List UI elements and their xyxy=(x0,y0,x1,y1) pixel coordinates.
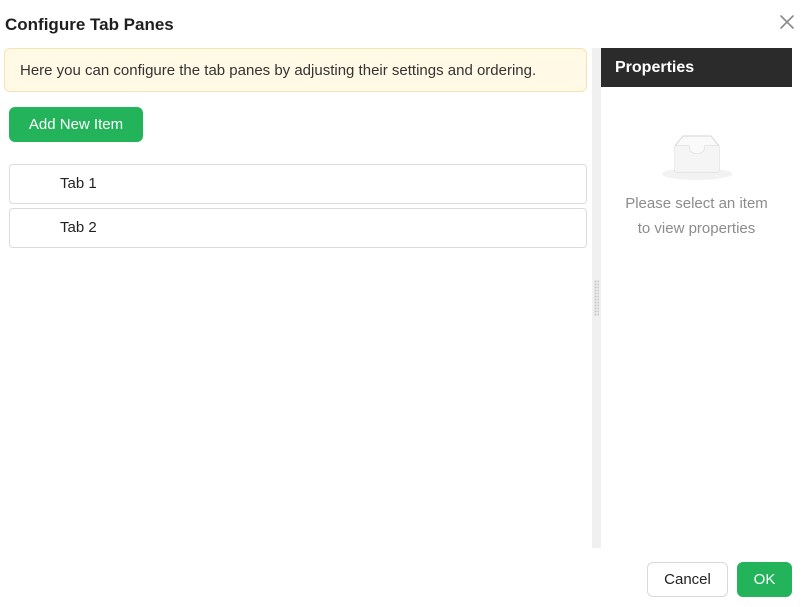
tab-list: Tab 1 Tab 2 xyxy=(9,164,587,252)
tab-item-label: Tab 2 xyxy=(60,219,97,236)
dialog-title: Configure Tab Panes xyxy=(5,15,174,34)
add-new-item-button[interactable]: Add New Item xyxy=(9,107,143,142)
close-button[interactable] xyxy=(777,12,797,32)
properties-header: Properties xyxy=(601,48,792,87)
cancel-button[interactable]: Cancel xyxy=(647,562,728,597)
properties-pane: Properties Please select an item to view… xyxy=(601,48,792,548)
empty-message-line-2: to view properties xyxy=(637,220,756,237)
tab-item-1[interactable]: Tab 1 xyxy=(9,164,587,204)
tab-list-pane: Here you can configure the tab panes by … xyxy=(0,48,592,548)
ok-button[interactable]: OK xyxy=(737,562,792,597)
empty-properties-message: Please select an item to view properties xyxy=(601,191,792,241)
pane-splitter[interactable] xyxy=(592,48,601,548)
info-banner: Here you can configure the tab panes by … xyxy=(4,48,587,92)
tab-item-2[interactable]: Tab 2 xyxy=(9,208,587,248)
configure-tab-panes-dialog: Configure Tab Panes Here you can configu… xyxy=(0,0,805,607)
close-icon xyxy=(780,15,794,29)
empty-message-line-1: Please select an item xyxy=(625,195,768,212)
tab-item-label: Tab 1 xyxy=(60,175,97,192)
empty-inbox-icon xyxy=(662,135,732,180)
splitter-grip-icon xyxy=(594,280,599,316)
